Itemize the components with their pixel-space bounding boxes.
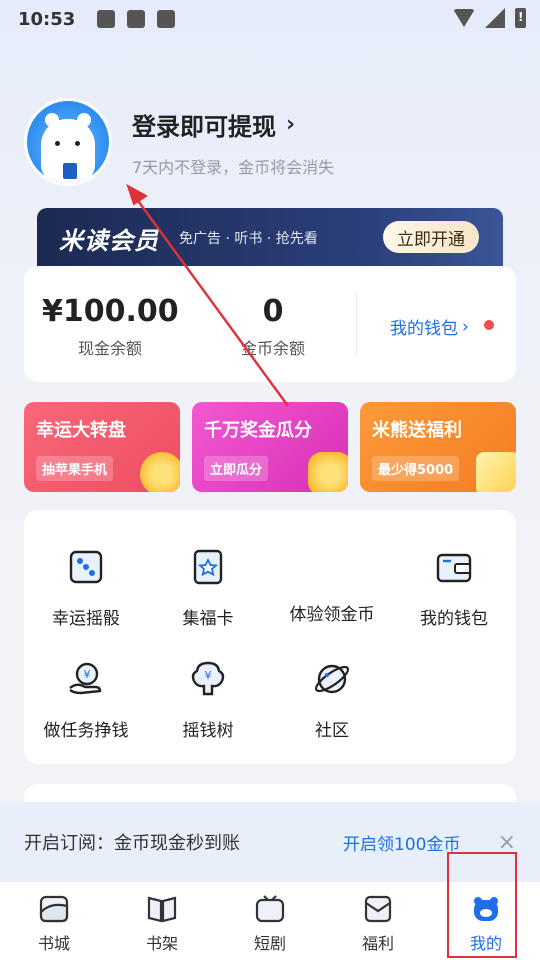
gold-coin-icon [140, 452, 180, 492]
tool-icon-placeholder [313, 548, 351, 586]
promo-bonus-share[interactable]: 千万奖金瓜分 立即瓜分 [192, 402, 348, 492]
login-title-text: 登录即可提现 [132, 112, 276, 141]
tool-label: 我的钱包 [420, 609, 488, 629]
image-icon [97, 10, 116, 28]
tool-money-tree[interactable]: ¥ 摇钱树 [148, 660, 268, 741]
tool-tasks[interactable]: ¥ 做任务挣钱 [26, 660, 146, 741]
status-time: 10:53 [18, 8, 76, 30]
svg-text:¥: ¥ [84, 668, 91, 681]
bookstore-icon [39, 895, 69, 923]
red-packet-icon [476, 452, 516, 492]
promo-title: 米熊送福利 [372, 420, 462, 441]
tool-my-wallet[interactable]: 我的钱包 [394, 548, 514, 629]
tool-community[interactable]: 社区 [272, 660, 392, 741]
my-wallet-link[interactable]: 我的钱包 › [390, 314, 469, 340]
coin-value: 0 [262, 294, 284, 329]
wallet-card: ¥100.00 现金余额 0 金币余额 我的钱包 › [24, 266, 516, 382]
tool-label: 体验领金币 [289, 605, 375, 625]
tool-label: 摇钱树 [182, 721, 234, 741]
bear-avatar-icon [41, 113, 95, 183]
tool-label: 幸运摇骰 [52, 609, 120, 629]
avatar[interactable] [24, 98, 112, 186]
tab-label: 书城 [37, 934, 70, 953]
close-icon[interactable]: × [498, 830, 516, 855]
tab-label: 书架 [145, 934, 178, 953]
annotation-highlight-box [447, 852, 517, 958]
notify-text: 开启订阅：金币现金秒到账 [24, 833, 240, 854]
promo-title: 幸运大转盘 [36, 420, 126, 441]
wallet-icon [436, 553, 472, 583]
tool-label: 集福卡 [182, 609, 234, 629]
vip-banner[interactable]: 米读会员 免广告 · 听书 · 抢先看 立即开通 [37, 208, 503, 268]
tool-label: 社区 [315, 721, 349, 741]
notification-dot [484, 320, 494, 330]
tool-fortune-card[interactable]: 集福卡 [148, 548, 268, 629]
coin-balance[interactable]: 0 金币余额 [218, 294, 328, 359]
tab-short-drama[interactable]: 短剧 [216, 882, 324, 960]
tool-lucky-dice[interactable]: 幸运摇骰 [26, 548, 146, 629]
chevron-right-icon: › [286, 111, 296, 137]
my-wallet-link-text: 我的钱包 [390, 319, 458, 339]
login-subtitle: 7天内不登录，金币将会消失 [132, 157, 335, 177]
vip-subtitle: 免广告 · 听书 · 抢先看 [179, 231, 318, 247]
money-bag-icon [308, 452, 348, 492]
tv-icon [255, 895, 285, 923]
tab-bookstore[interactable]: 书城 [0, 882, 108, 960]
money-tree-icon: ¥ [191, 661, 225, 696]
profile-text: 登录即可提现 › 7天内不登录，金币将会消失 [132, 107, 334, 178]
coin-label: 金币余额 [240, 339, 305, 358]
promo-title: 千万奖金瓜分 [204, 420, 312, 441]
notification-icon-2 [157, 10, 176, 28]
promo-tag: 抽苹果手机 [36, 456, 114, 481]
vip-open-button[interactable]: 立即开通 [383, 221, 479, 253]
card-icon [193, 549, 223, 585]
cash-label: 现金余额 [77, 339, 142, 358]
phone-icon [63, 163, 77, 179]
tool-label: 做任务挣钱 [43, 721, 129, 741]
promo-bear-gift[interactable]: 米熊送福利 最少得5000 [360, 402, 516, 492]
cash-balance[interactable]: ¥100.00 现金余额 [42, 294, 179, 359]
notification-icon [127, 10, 146, 28]
tab-label: 短剧 [253, 934, 286, 953]
promo-lucky-wheel[interactable]: 幸运大转盘 抽苹果手机 [24, 402, 180, 492]
tab-bookshelf[interactable]: 书架 [108, 882, 216, 960]
bookshelf-icon [147, 896, 177, 923]
profile-header[interactable]: 登录即可提现 › 7天内不登录，金币将会消失 [24, 96, 504, 188]
login-title[interactable]: 登录即可提现 › [132, 107, 334, 142]
notify-link[interactable]: 开启领100金币 [343, 830, 460, 855]
eye-icon [55, 141, 60, 146]
eye-icon [75, 141, 80, 146]
cash-value: ¥100.00 [42, 294, 179, 329]
dice-icon [69, 550, 103, 584]
chevron-right-icon: › [462, 316, 469, 337]
envelope-icon [364, 895, 392, 923]
battery-icon [515, 8, 526, 28]
tab-welfare[interactable]: 福利 [324, 882, 432, 960]
promo-tag: 最少得5000 [372, 456, 460, 481]
status-bar: 10:53 [0, 0, 540, 38]
signal-icon [485, 8, 505, 28]
promo-tag: 立即瓜分 [204, 456, 269, 481]
planet-icon [314, 664, 350, 694]
divider [356, 292, 357, 356]
vip-title: 米读会员 [59, 226, 159, 255]
wifi-icon [453, 9, 475, 27]
coin-hand-icon: ¥ [69, 662, 102, 695]
status-right [453, 8, 526, 28]
tool-trial-coins[interactable]: 体验领金币 [272, 548, 392, 625]
tab-label: 福利 [361, 934, 394, 953]
tools-card: 幸运摇骰 集福卡 体验领金币 我的钱包 ¥ 做任务挣钱 ¥ 摇钱树 社区 [24, 510, 516, 764]
svg-text:¥: ¥ [205, 669, 212, 682]
